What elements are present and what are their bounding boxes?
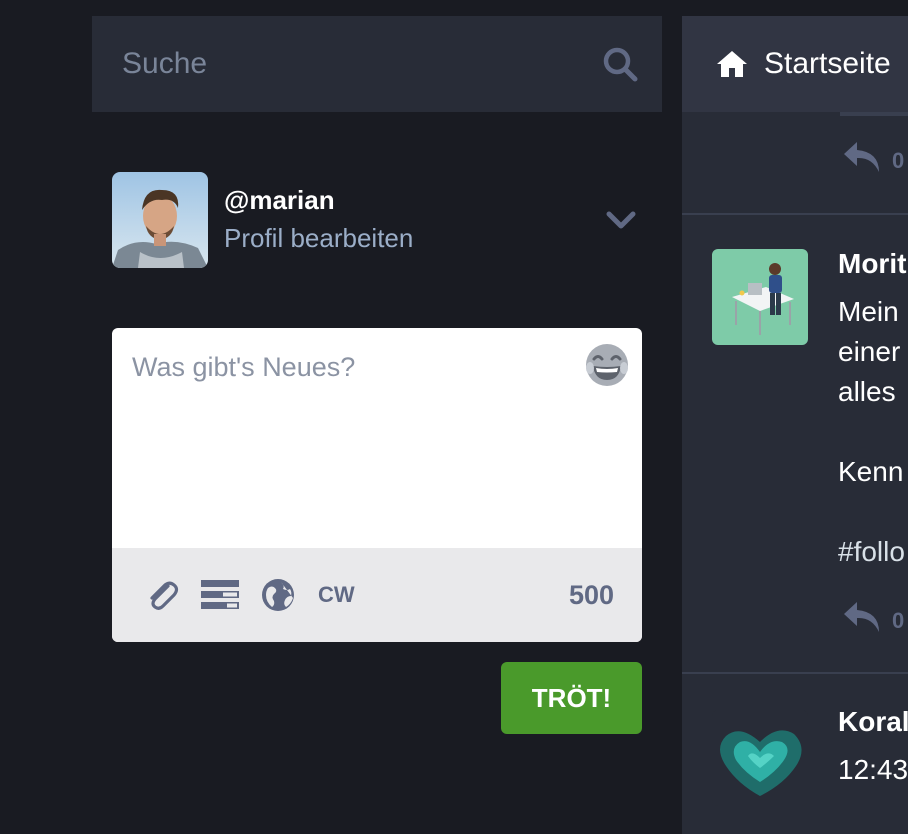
- column-title: Startseite: [764, 47, 891, 80]
- compose-placeholder: Was gibt's Neues?: [132, 352, 356, 382]
- poll-button[interactable]: [200, 575, 240, 615]
- account-text: @marian Profil bearbeiten: [224, 182, 604, 258]
- status-author-name[interactable]: Morit: [838, 248, 906, 280]
- chevron-down-icon[interactable]: [604, 203, 638, 237]
- search-input[interactable]: [92, 16, 600, 112]
- status-avatar[interactable]: [712, 249, 808, 345]
- edit-profile-link[interactable]: Profil bearbeiten: [224, 218, 604, 258]
- reply-count: 0: [892, 148, 905, 173]
- home-timeline-column: Startseite 0 Morit Mein einer alles Kenn…: [682, 16, 908, 834]
- column-header[interactable]: Startseite: [682, 16, 908, 112]
- emoji-picker-icon[interactable]: [584, 342, 630, 388]
- character-counter: 500: [568, 579, 614, 610]
- status-text-line: Kenn: [838, 456, 904, 487]
- status-text-line: einer: [838, 336, 901, 367]
- compose-textarea[interactable]: Was gibt's Neues?: [112, 328, 642, 548]
- poll-icon: [201, 580, 239, 609]
- reply-icon[interactable]: [842, 600, 882, 634]
- paperclip-icon: [150, 581, 179, 610]
- status-text-line: alles: [838, 376, 896, 407]
- globe-icon: [262, 579, 294, 611]
- compose-form: Was gibt's Neues? CW 500: [112, 328, 642, 642]
- content-warning-button[interactable]: CW: [318, 582, 355, 608]
- visibility-button[interactable]: [258, 575, 298, 615]
- status-author-name[interactable]: Koral: [838, 706, 908, 738]
- account-handle[interactable]: @marian: [224, 182, 604, 218]
- status-avatar[interactable]: [712, 710, 808, 806]
- reply-icon[interactable]: [842, 140, 882, 174]
- reply-count: 0: [892, 608, 905, 633]
- toot-button[interactable]: TRÖT!: [501, 662, 642, 734]
- search-box: [92, 16, 662, 112]
- search-icon[interactable]: [600, 44, 640, 84]
- attach-button[interactable]: [142, 575, 182, 615]
- status-text-line: Mein: [838, 296, 899, 327]
- hashtag-link[interactable]: #follo: [838, 536, 905, 568]
- account-header: @marian Profil bearbeiten: [112, 172, 642, 268]
- home-icon: [717, 51, 747, 77]
- card-edge: [840, 112, 908, 116]
- status-timestamp: 12:43: [838, 754, 908, 785]
- status-divider: [682, 213, 908, 215]
- compose-toolbar: CW 500: [112, 548, 642, 642]
- avatar[interactable]: [112, 172, 208, 268]
- status-divider: [682, 672, 908, 674]
